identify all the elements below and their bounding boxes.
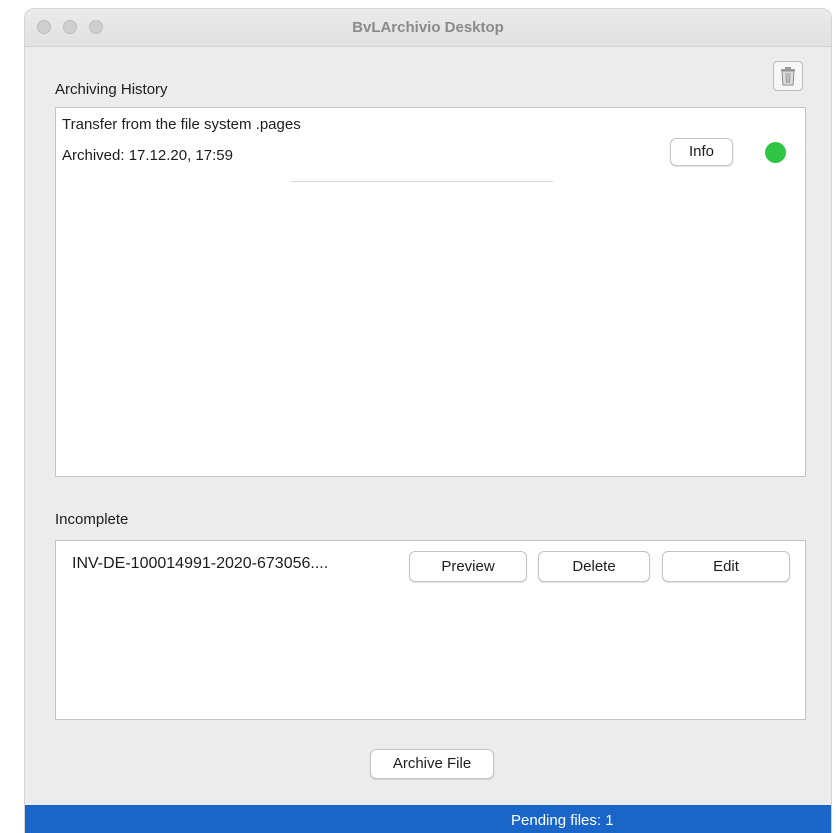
trash-icon: [781, 67, 795, 86]
history-entry-date: Archived: 17.12.20, 17:59: [62, 147, 233, 164]
title-bar: BvLArchivio Desktop: [25, 9, 831, 47]
incomplete-list[interactable]: INV-DE-100014991-2020-673056.... Preview…: [55, 540, 806, 720]
incomplete-label: Incomplete: [55, 511, 129, 528]
status-bar: Pending files: 1: [25, 805, 831, 833]
window-title: BvLArchivio Desktop: [352, 19, 504, 36]
status-indicator: [765, 142, 786, 163]
delete-button[interactable]: Delete: [538, 551, 650, 582]
archiving-history-list[interactable]: Transfer from the file system .pages Arc…: [55, 107, 806, 477]
info-button[interactable]: Info: [670, 138, 733, 166]
pending-files-text: Pending files: 1: [511, 812, 614, 829]
archiving-history-label: Archiving History: [55, 81, 168, 98]
preview-button[interactable]: Preview: [409, 551, 527, 582]
trash-button[interactable]: [773, 61, 803, 91]
incomplete-item-name: INV-DE-100014991-2020-673056....: [72, 555, 329, 572]
entry-divider: [291, 181, 553, 182]
edit-button[interactable]: Edit: [662, 551, 790, 582]
archive-file-button[interactable]: Archive File: [370, 749, 494, 779]
app-window: BvLArchivio Desktop Archiving History Tr…: [24, 8, 832, 833]
history-entry-name: Transfer from the file system .pages: [62, 116, 301, 133]
